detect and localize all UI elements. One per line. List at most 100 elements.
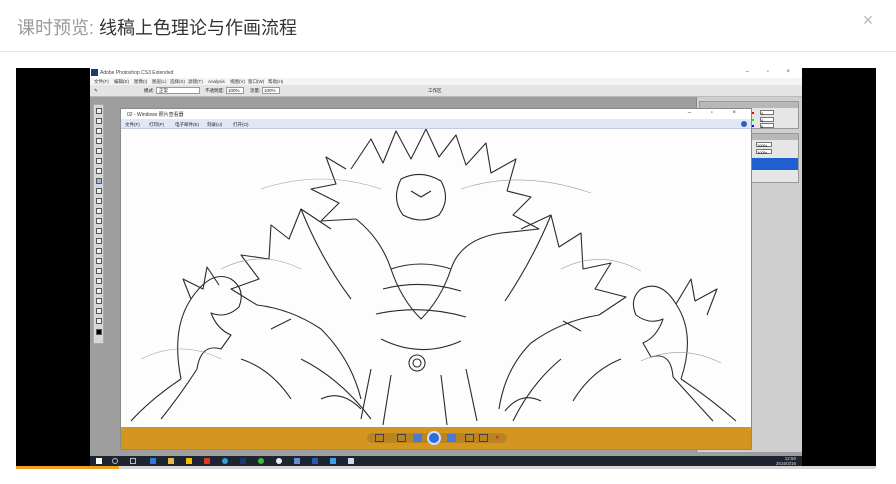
history-brush-icon: [96, 198, 102, 204]
photo-viewer-taskbar-icon: [330, 458, 336, 464]
taskbar-clock: 12:50 2016/3/16: [776, 456, 796, 466]
video-player[interactable]: Adobe Photoshop CS3 Extended – ▫ × 文件(F)…: [16, 68, 876, 466]
viewer-menu-file: 文件(F): [125, 122, 140, 127]
photoshop-logo-icon: [91, 69, 98, 76]
path-select-icon: [96, 268, 102, 274]
workspace-label: 工作区: [428, 88, 442, 93]
dodge-tool-icon: [96, 238, 102, 244]
stamp-tool-icon: [96, 188, 102, 194]
windows-taskbar: 12:50 2016/3/16: [90, 456, 802, 466]
app-icon: [276, 458, 282, 464]
video-progress-bar[interactable]: [16, 466, 876, 469]
viewer-menu-print: 打印(P): [149, 122, 164, 127]
brush-tool-icon: ✎: [94, 88, 98, 93]
task-view-icon: [130, 458, 136, 464]
viewer-controls-bar: ×: [121, 427, 751, 449]
blur-tool-icon: [96, 228, 102, 234]
slice-tool-icon: [96, 158, 102, 164]
app2-icon: [294, 458, 300, 464]
viewer-title: 02 - Windows 照片查看器: [127, 112, 184, 118]
shape-tool-icon: [96, 278, 102, 284]
mode-select: 正常: [156, 87, 200, 94]
marquee-tool-icon: [96, 118, 102, 124]
lasso-tool-icon: [96, 128, 102, 134]
photoshop-toolbox: [93, 104, 104, 344]
next-icon: [447, 434, 456, 442]
viewer-menubar: 文件(F) 打印(P) 电子邮件(E) 刻录(U) 打开(O): [121, 119, 751, 129]
layer-fill-value: 100%: [757, 150, 768, 155]
viewer-menu-open: 打开(O): [233, 122, 249, 127]
magic-wand-tool-icon: [96, 138, 102, 144]
color-b-field: 0: [760, 123, 774, 129]
lesson-title: 线稿上色理论与作画流程: [99, 18, 298, 38]
edge-icon: [150, 458, 156, 464]
eraser-tool-icon: [96, 208, 102, 214]
flow-field: 100%: [262, 87, 280, 94]
search-icon: [112, 458, 118, 464]
ps-menu-analysis: Analysis: [208, 79, 225, 84]
modal-header: 课时预览: 线稿上色理论与作画流程 ×: [0, 0, 896, 52]
color-b-value: 0: [761, 124, 764, 129]
lesson-preview-modal: 课时预览: 线稿上色理论与作画流程 × Adobe Photoshop CS3 …: [0, 0, 896, 484]
modal-title: 课时预览: 线稿上色理论与作画流程: [17, 14, 297, 40]
photoshop-options-bar: ✎ 模式: 正常 不透明度: 100% 流量: 100% 工作区: [90, 85, 802, 97]
app3-icon: [312, 458, 318, 464]
mode-label: 模式:: [144, 88, 155, 93]
photo-viewer-window: 02 - Windows 照片查看器 – ▫ × 文件(F) 打印(P) 电子邮…: [120, 108, 752, 450]
foreground-color-icon: [96, 329, 102, 335]
recorded-desktop: Adobe Photoshop CS3 Extended – ▫ × 文件(F)…: [90, 68, 802, 466]
delete-icon: ×: [495, 433, 500, 442]
window-controls-icon: – ▫ ×: [745, 69, 798, 75]
viewer-menu-email: 电子邮件(E): [175, 122, 199, 127]
notes-tool-icon: [96, 288, 102, 294]
flow-value: 100%: [264, 88, 276, 93]
brush-tool-icon-active: [96, 178, 102, 184]
wechat-icon: [258, 458, 264, 464]
eyedropper-tool-icon: [96, 298, 102, 304]
opacity-field: 100%: [226, 87, 244, 94]
opacity-label: 不透明度:: [205, 88, 225, 93]
title-prefix: 课时预览:: [17, 18, 100, 38]
lineart-drawing: [121, 129, 751, 427]
viewer-menu-burn: 刻录(U): [207, 122, 223, 127]
rotate-left-icon: [465, 434, 474, 442]
help-icon: [741, 121, 747, 127]
gradient-tool-icon: [96, 218, 102, 224]
previous-icon: [413, 434, 422, 442]
photoshop-titlebar: Adobe Photoshop CS3 Extended – ▫ ×: [90, 68, 802, 78]
actual-size-icon: [397, 434, 406, 442]
folder-icon: [186, 458, 192, 464]
slideshow-icon: [427, 431, 441, 445]
photoshop-menubar: 文件(F) 编辑(E) 图像(I) 图层(L) 选择(S) 滤镜(T) Anal…: [90, 78, 802, 85]
monster-sketch-image: [130, 129, 737, 426]
rotate-right-icon: [479, 434, 488, 442]
move-tool-icon: [96, 108, 102, 114]
layer-opacity-field: 100%: [756, 142, 772, 148]
photoshop-title: Adobe Photoshop CS3 Extended: [100, 70, 174, 76]
color-r-field: 0: [760, 110, 774, 116]
photoshop-taskbar-icon: [240, 458, 246, 464]
type-tool-icon: [96, 258, 102, 264]
start-icon: [96, 458, 102, 464]
color-g-field: 0: [760, 117, 774, 123]
viewer-titlebar: 02 - Windows 照片查看器 – ▫ ×: [121, 109, 751, 119]
zoom-tool-icon: [96, 318, 102, 324]
explorer-icon: [168, 458, 174, 464]
flow-label: 流量:: [250, 88, 261, 93]
media-icon: [204, 458, 210, 464]
pen-tool-icon: [96, 248, 102, 254]
opacity-value: 100%: [228, 88, 240, 93]
close-icon[interactable]: ×: [858, 10, 878, 30]
hand-tool-icon: [96, 308, 102, 314]
video-progress-fill: [16, 466, 120, 469]
layer-opacity-value: 100%: [757, 143, 768, 148]
zoom-icon: [375, 434, 384, 442]
healing-tool-icon: [96, 168, 102, 174]
mode-value: 正常: [159, 88, 168, 93]
app4-icon: [348, 458, 354, 464]
crop-tool-icon: [96, 148, 102, 154]
color-r-value: 0: [761, 111, 764, 116]
browser-icon: [222, 458, 228, 464]
viewer-window-controls-icon: – ▫ ×: [687, 110, 745, 116]
layer-fill-field: 100%: [756, 149, 772, 155]
